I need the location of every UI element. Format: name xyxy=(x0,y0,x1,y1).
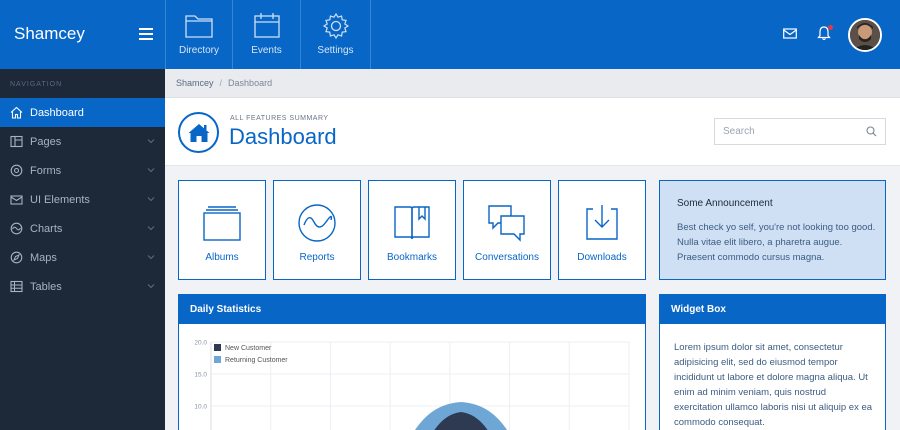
sidebar: NAVIGATION Dashboard Pages Forms UI Elem… xyxy=(0,69,165,430)
card-downloads[interactable]: Downloads xyxy=(558,180,646,280)
sidebar-item-label: UI Elements xyxy=(30,193,90,206)
widget-box-panel: Widget Box Lorem ipsum dolor sit amet, c… xyxy=(659,294,886,430)
sidebar-item-label: Dashboard xyxy=(30,106,84,119)
card-label: Albums xyxy=(205,252,239,263)
search-box xyxy=(714,118,886,145)
daily-statistics-panel: Daily Statistics 20.0 15.0 10.0 New Custom… xyxy=(178,294,646,430)
forms-icon xyxy=(10,164,23,177)
brand-name[interactable]: Shamcey xyxy=(14,24,85,44)
topnav-directory[interactable]: Directory xyxy=(165,0,233,69)
page-icon-badge xyxy=(178,112,219,153)
legend-label-returning-customer: Returning Customer xyxy=(225,357,288,364)
breadcrumb: Shamcey / Dashboard xyxy=(165,69,900,98)
folder-icon xyxy=(185,15,213,38)
topnav-events[interactable]: Events xyxy=(233,0,301,69)
sidebar-item-label: Charts xyxy=(30,222,63,235)
legend-swatch-new-customer xyxy=(214,344,221,351)
downloads-icon xyxy=(586,205,618,240)
card-conversations[interactable]: Conversations xyxy=(463,180,551,280)
chevron-down-icon xyxy=(147,255,155,260)
sidebar-heading: NAVIGATION xyxy=(10,81,63,88)
topnav-settings[interactable]: Settings xyxy=(301,0,371,69)
search-input[interactable] xyxy=(715,119,863,144)
charts-icon xyxy=(10,222,23,235)
breadcrumb-separator: / xyxy=(219,78,223,88)
announcement-text: Best check yo self, you're not looking t… xyxy=(677,222,876,263)
search-icon[interactable] xyxy=(866,126,877,137)
card-label: Conversations xyxy=(475,252,539,263)
sidebar-item-tables[interactable]: Tables xyxy=(0,272,165,301)
breadcrumb-current: Dashboard xyxy=(228,78,273,88)
page-kicker: ALL FEATURES SUMMARY xyxy=(230,115,329,122)
card-label: Bookmarks xyxy=(386,252,437,263)
announcement-box: Some Announcement Best check yo self, yo… xyxy=(659,180,886,280)
card-albums[interactable]: Albums xyxy=(178,180,266,280)
albums-icon xyxy=(203,206,241,241)
y-tick-label: 10.0 xyxy=(194,404,207,411)
topnav-label: Directory xyxy=(178,45,219,56)
tables-icon xyxy=(10,280,23,293)
page-title: Dashboard xyxy=(229,124,337,149)
sidebar-item-dashboard[interactable]: Dashboard xyxy=(0,98,165,127)
sidebar-item-label: Tables xyxy=(30,280,62,293)
conversations-icon xyxy=(488,205,525,242)
sidebar-item-label: Maps xyxy=(30,251,57,264)
panel-title: Daily Statistics xyxy=(179,295,645,324)
widget-text: Lorem ipsum dolor sit amet, consectetur … xyxy=(674,342,873,428)
legend-swatch-returning-customer xyxy=(214,356,221,363)
sidebar-item-forms[interactable]: Forms xyxy=(0,156,165,185)
menu-toggle-icon[interactable] xyxy=(139,28,153,40)
sidebar-item-charts[interactable]: Charts xyxy=(0,214,165,243)
chevron-down-icon xyxy=(147,226,155,231)
brand: Shamcey xyxy=(0,0,165,69)
chevron-down-icon xyxy=(147,284,155,289)
notification-dot xyxy=(828,25,833,30)
gear-icon xyxy=(322,12,349,40)
announcement-title: Some Announcement xyxy=(677,198,773,209)
topnav-label: Events xyxy=(251,45,282,56)
legend-label-new-customer: New Customer xyxy=(225,345,272,352)
sidebar-item-maps[interactable]: Maps xyxy=(0,243,165,272)
avatar[interactable] xyxy=(848,18,882,52)
chart-legend: New Customer Returning Customer xyxy=(214,344,288,364)
reports-icon xyxy=(298,204,336,242)
chart-y-ticks: 20.0 15.0 10.0 xyxy=(194,340,207,411)
mail-icon[interactable] xyxy=(783,27,797,39)
chevron-down-icon xyxy=(147,197,155,202)
pages-icon xyxy=(10,135,23,148)
chart-grid xyxy=(210,341,630,430)
topnav-label: Settings xyxy=(317,45,354,56)
ui-elements-icon xyxy=(10,195,23,205)
sidebar-item-ui-elements[interactable]: UI Elements xyxy=(0,185,165,214)
home-icon xyxy=(10,106,23,119)
breadcrumb-root[interactable]: Shamcey xyxy=(176,78,214,88)
chevron-down-icon xyxy=(147,168,155,173)
y-tick-label: 20.0 xyxy=(194,340,207,347)
y-tick-label: 15.0 xyxy=(194,372,207,379)
chevron-down-icon xyxy=(147,139,155,144)
card-bookmarks[interactable]: Bookmarks xyxy=(368,180,456,280)
top-nav: Directory Events Settings xyxy=(165,0,371,69)
sidebar-item-label: Forms xyxy=(30,164,62,177)
sidebar-item-pages[interactable]: Pages xyxy=(0,127,165,156)
bookmarks-icon xyxy=(394,206,430,240)
home-icon xyxy=(188,123,209,142)
statistics-chart: 20.0 15.0 10.0 New Customer Returning Cust… xyxy=(194,340,630,430)
calendar-icon xyxy=(253,13,280,38)
page-header: ALL FEATURES SUMMARY Dashboard xyxy=(165,98,900,166)
panel-title: Widget Box xyxy=(660,295,885,324)
maps-icon xyxy=(10,251,23,264)
card-reports[interactable]: Reports xyxy=(273,180,361,280)
card-label: Reports xyxy=(299,252,335,263)
avatar-image xyxy=(850,20,880,50)
card-label: Downloads xyxy=(577,252,627,263)
sidebar-item-label: Pages xyxy=(30,135,62,148)
